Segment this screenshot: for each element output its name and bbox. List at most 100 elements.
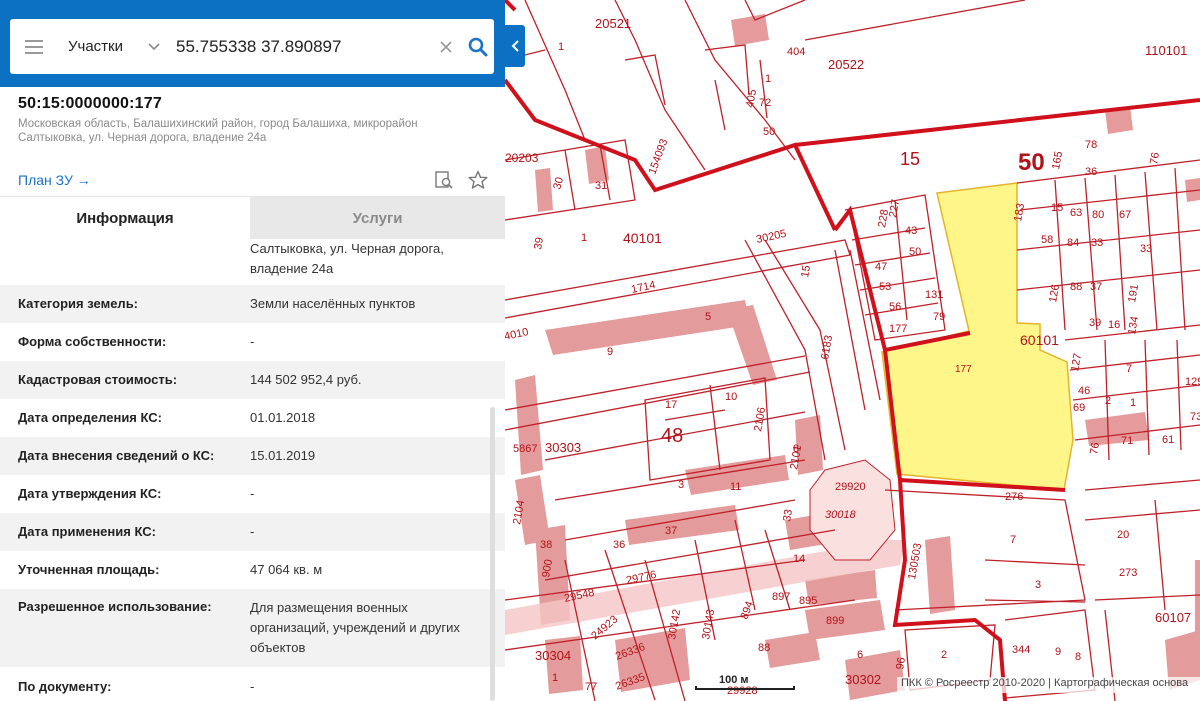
zoom-to-parcel-button[interactable] xyxy=(434,170,454,190)
svg-text:67: 67 xyxy=(1119,209,1131,221)
svg-text:60107: 60107 xyxy=(1155,610,1191,625)
plan-link[interactable]: План ЗУ → xyxy=(18,172,91,188)
svg-text:228: 228 xyxy=(876,208,891,228)
svg-text:344: 344 xyxy=(1012,644,1030,656)
svg-text:43: 43 xyxy=(905,225,917,237)
property-row: Дата утверждения КС: - xyxy=(0,475,505,513)
svg-text:47: 47 xyxy=(875,261,887,273)
svg-text:88: 88 xyxy=(758,642,770,654)
svg-text:129: 129 xyxy=(1185,376,1200,388)
scale-label: 100 м xyxy=(719,674,749,686)
clear-button[interactable] xyxy=(430,27,462,67)
favorite-button[interactable] xyxy=(468,170,488,190)
collapse-panel-button[interactable] xyxy=(505,25,525,67)
svg-text:17: 17 xyxy=(665,399,677,411)
svg-text:177: 177 xyxy=(889,323,907,335)
svg-text:33: 33 xyxy=(1091,237,1103,249)
tab-services[interactable]: Услуги xyxy=(250,197,505,239)
menu-button[interactable] xyxy=(10,19,58,74)
svg-text:5867: 5867 xyxy=(513,443,537,455)
svg-text:48: 48 xyxy=(661,425,683,447)
svg-text:58: 58 xyxy=(1041,234,1053,246)
svg-text:1: 1 xyxy=(765,73,771,85)
layer-select[interactable]: Участки xyxy=(58,38,170,55)
svg-text:60101: 60101 xyxy=(1020,332,1059,348)
star-icon xyxy=(468,170,488,189)
svg-text:1: 1 xyxy=(1130,397,1136,409)
svg-text:131: 131 xyxy=(925,289,943,301)
svg-text:2: 2 xyxy=(941,649,947,661)
svg-text:77: 77 xyxy=(585,681,597,693)
map-scale: 100 м xyxy=(695,674,795,690)
svg-text:50: 50 xyxy=(1018,149,1045,176)
svg-text:273: 273 xyxy=(1119,567,1137,579)
svg-text:276: 276 xyxy=(1005,491,1023,503)
svg-text:30303: 30303 xyxy=(545,440,581,455)
chevron-down-icon xyxy=(148,42,160,50)
svg-text:127: 127 xyxy=(1069,352,1084,372)
property-label xyxy=(18,239,250,285)
svg-text:183: 183 xyxy=(1012,202,1027,222)
search-input[interactable] xyxy=(170,31,430,62)
property-value: 144 502 952,4 руб. xyxy=(250,372,362,387)
svg-text:2: 2 xyxy=(1105,395,1111,407)
svg-text:1714: 1714 xyxy=(630,279,656,296)
cadastral-map[interactable]: 1 20521 404 20522 110101 1 405 72 50 202… xyxy=(505,0,1200,701)
property-label: Дата утверждения КС: xyxy=(18,486,162,501)
svg-text:20521: 20521 xyxy=(595,16,631,31)
svg-text:6: 6 xyxy=(857,649,863,661)
svg-text:15: 15 xyxy=(1051,202,1063,214)
svg-text:33: 33 xyxy=(1140,243,1152,255)
svg-text:36: 36 xyxy=(613,539,625,551)
scrollbar[interactable] xyxy=(490,407,495,701)
search-icon xyxy=(468,37,488,56)
svg-text:37: 37 xyxy=(665,525,677,537)
svg-text:33: 33 xyxy=(781,508,795,522)
svg-text:165: 165 xyxy=(1050,150,1065,170)
svg-text:7: 7 xyxy=(1010,534,1016,546)
svg-text:39: 39 xyxy=(1089,317,1101,329)
svg-text:134: 134 xyxy=(1126,315,1141,335)
svg-text:14: 14 xyxy=(793,553,805,565)
svg-text:15: 15 xyxy=(900,149,920,169)
property-label: Дата внесения сведений о КС: xyxy=(18,448,215,463)
svg-text:39: 39 xyxy=(532,236,546,250)
svg-text:1: 1 xyxy=(581,232,587,244)
tab-info[interactable]: Информация xyxy=(0,197,250,239)
svg-text:405: 405 xyxy=(744,88,759,108)
map-attribution: ПКК © Росреестр 2010-2020 | Картографиче… xyxy=(897,677,1200,693)
property-label: Кадастровая стоимость: xyxy=(18,372,178,387)
property-row: По документу: - xyxy=(0,667,505,701)
svg-text:36: 36 xyxy=(1085,166,1097,178)
svg-text:63: 63 xyxy=(1070,207,1082,219)
scale-line xyxy=(695,686,795,690)
cadastral-number: 50:15:0000000:177 xyxy=(18,95,162,112)
svg-text:15: 15 xyxy=(799,264,813,278)
search-button[interactable] xyxy=(462,27,494,67)
svg-text:72: 72 xyxy=(759,97,771,109)
parcel-header: 50:15:0000000:177 Московская область, Ба… xyxy=(18,95,488,145)
svg-text:61: 61 xyxy=(1162,434,1174,446)
svg-text:88: 88 xyxy=(1070,281,1082,293)
svg-text:8: 8 xyxy=(1075,651,1081,663)
search-box: Участки xyxy=(10,19,494,74)
svg-text:50: 50 xyxy=(763,126,775,138)
property-value: - xyxy=(250,486,255,501)
svg-text:56: 56 xyxy=(889,301,901,313)
svg-text:404: 404 xyxy=(787,46,805,58)
properties-list: Салтыковка, ул. Черная дорога, владение … xyxy=(0,239,505,701)
svg-text:31: 31 xyxy=(595,180,607,192)
svg-text:10: 10 xyxy=(725,391,737,403)
info-panel: Участки 55.755338 37.890897 50:15:000000… xyxy=(0,0,505,701)
tabs: Информация Услуги xyxy=(0,196,505,239)
svg-text:69: 69 xyxy=(1073,402,1085,414)
map-canvas[interactable]: 1 20521 404 20522 110101 1 405 72 50 202… xyxy=(505,0,1200,701)
svg-text:20203: 20203 xyxy=(505,151,539,165)
parcel-address: Московская область, Балашихинский район,… xyxy=(18,118,418,144)
property-label: По документу: xyxy=(18,679,112,694)
svg-text:78: 78 xyxy=(1085,139,1097,151)
svg-text:38: 38 xyxy=(540,539,552,551)
svg-text:79: 79 xyxy=(933,311,945,323)
plan-row: План ЗУ → xyxy=(18,168,488,192)
svg-text:1: 1 xyxy=(558,41,564,53)
